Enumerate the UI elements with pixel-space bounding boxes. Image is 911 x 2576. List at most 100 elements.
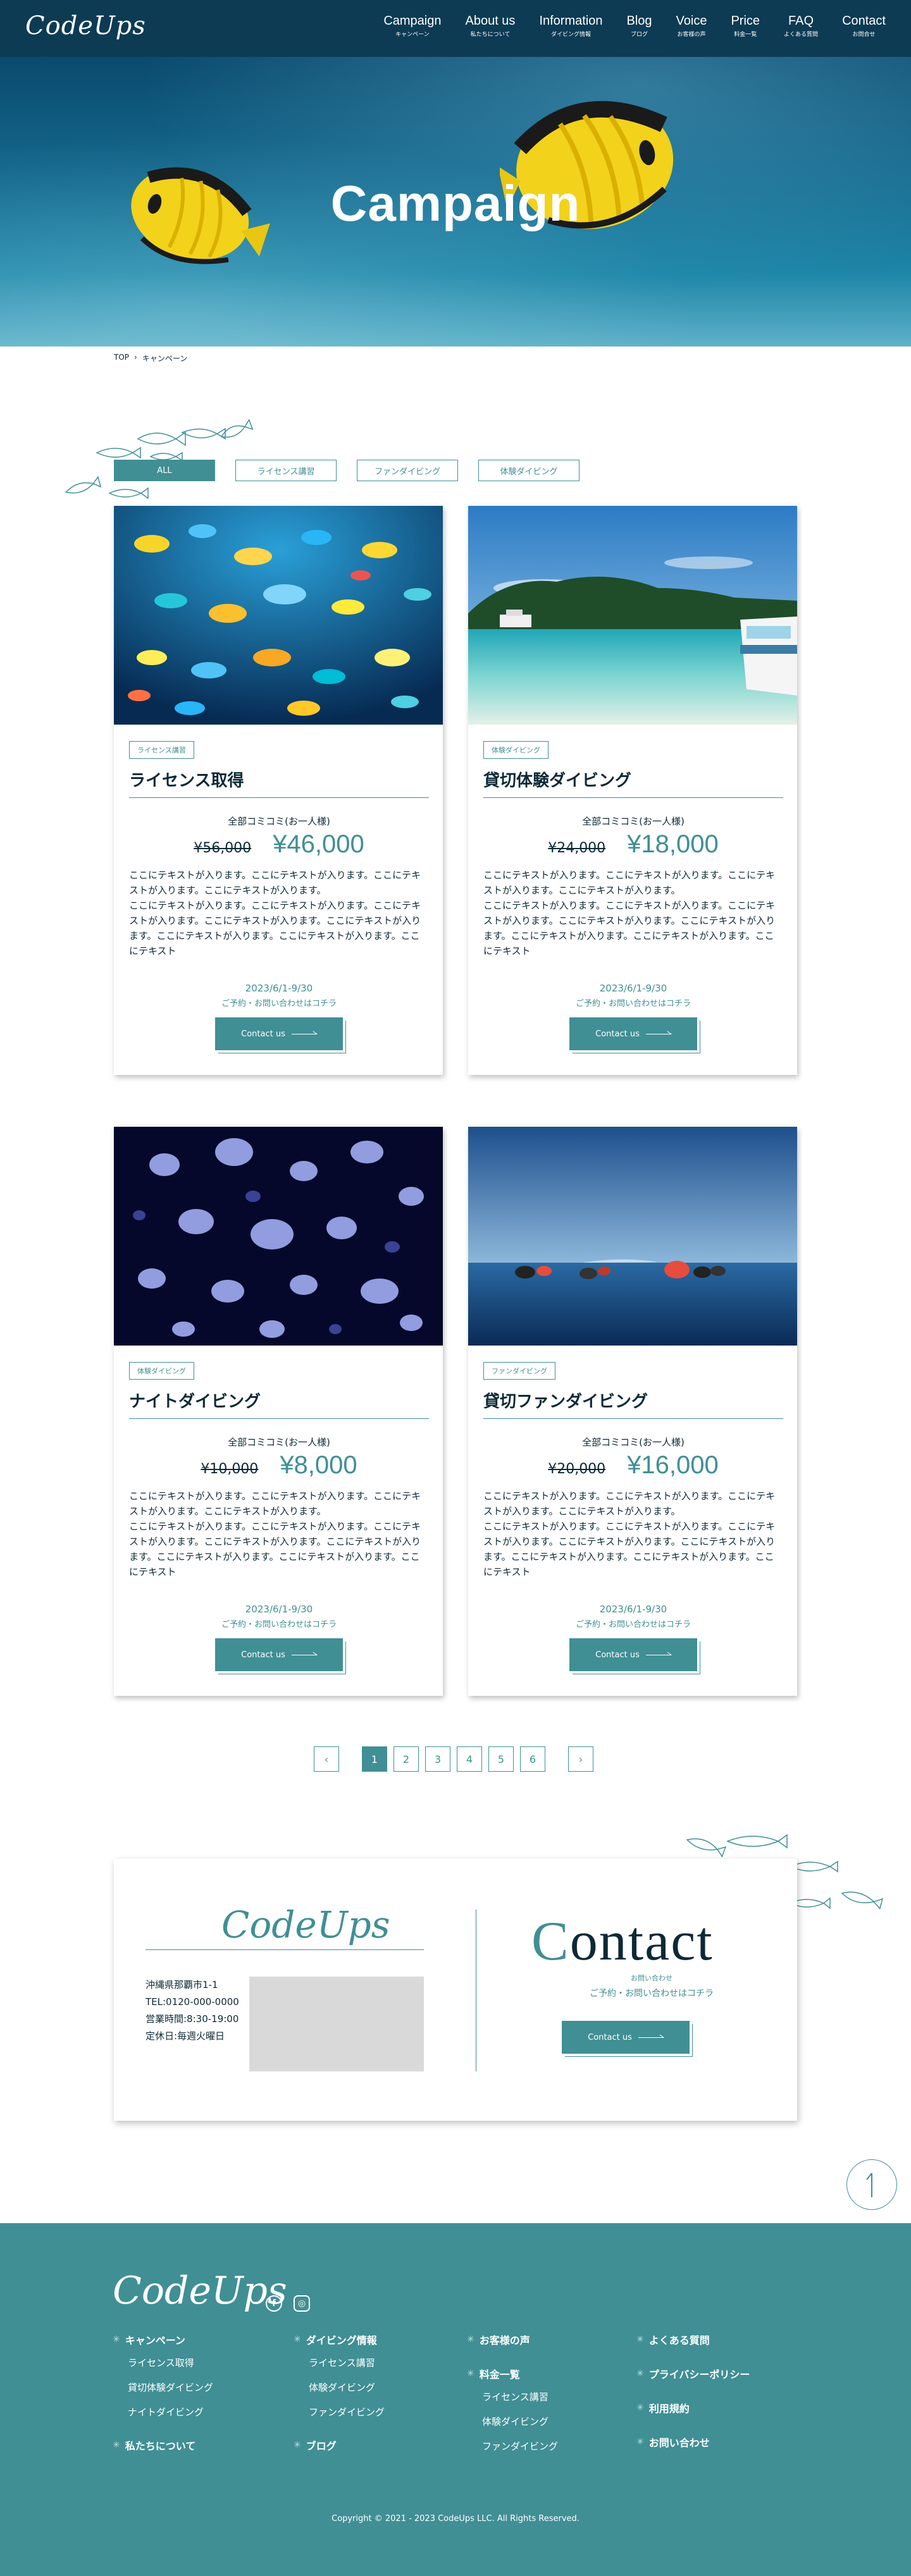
price-label: 全部コミコミ(お一人様) bbox=[582, 816, 685, 827]
pagination-page-3[interactable]: 3 bbox=[425, 1746, 450, 1772]
campaign-period: 2023/6/1-9/30 bbox=[245, 983, 313, 994]
nav-item-voice[interactable]: Voice お客様の声 bbox=[676, 13, 707, 39]
breadcrumb: TOP › キャンペーン bbox=[114, 353, 187, 364]
footer-link[interactable]: ファンダイビング bbox=[467, 2439, 558, 2453]
campaign-period: 2023/6/1-9/30 bbox=[599, 1604, 667, 1615]
nav-label-ja: ダイビング情報 bbox=[550, 32, 591, 38]
footer-link[interactable]: 体験ダイビング bbox=[467, 2415, 558, 2428]
nav-label-ja: キャンペーン bbox=[395, 32, 430, 38]
contact-us-button[interactable]: Contact us bbox=[569, 1638, 697, 1671]
business-hours: 営業時間:8:30-19:00 bbox=[146, 2013, 239, 2025]
footer-logo[interactable]: CodeUps bbox=[113, 2269, 287, 2313]
price-label: 全部コミコミ(お一人様) bbox=[228, 816, 330, 827]
footer-link-price[interactable]: ✳ 料金一覧 bbox=[467, 2366, 558, 2381]
footer-link[interactable]: ナイトダイビング bbox=[113, 2405, 213, 2419]
footer-link-blog[interactable]: ✳ ブログ bbox=[294, 2438, 385, 2453]
asterisk-icon: ✳ bbox=[636, 2403, 644, 2413]
pagination-page-1[interactable]: 1 bbox=[362, 1746, 387, 1772]
nav-label-en: About us bbox=[465, 14, 516, 28]
asterisk-icon: ✳ bbox=[113, 2334, 120, 2345]
footer-link-voice[interactable]: ✳ お客様の声 bbox=[467, 2332, 558, 2347]
contact-logo: CodeUps bbox=[221, 1903, 390, 1946]
reserve-text: ご予約・お問い合わせはコチラ bbox=[575, 999, 691, 1009]
contact-heading-rest: ontact bbox=[569, 1911, 714, 1972]
map-placeholder[interactable] bbox=[249, 1977, 424, 2071]
nav-item-faq[interactable]: FAQ よくある質問 bbox=[784, 13, 818, 39]
pagination-prev-button[interactable]: ‹ bbox=[314, 1746, 339, 1772]
price-row: ¥24,000 ¥18,000 bbox=[483, 830, 783, 859]
instagram-icon[interactable]: ◎ bbox=[294, 2295, 310, 2312]
reserve-text: ご予約・お問い合わせはコチラ bbox=[221, 999, 337, 1009]
card-image-jellyfish bbox=[114, 1127, 443, 1346]
pagination-page-4[interactable]: 4 bbox=[457, 1746, 482, 1772]
footer-link-about[interactable]: ✳ 私たちについて bbox=[113, 2438, 213, 2453]
footer-link-contact[interactable]: ✳ お問い合わせ bbox=[636, 2434, 750, 2450]
price-row: ¥20,000 ¥16,000 bbox=[483, 1451, 783, 1480]
asterisk-icon: ✳ bbox=[636, 2437, 644, 2447]
tab-trial-diving[interactable]: 体験ダイビング bbox=[478, 460, 579, 481]
nav-item-about[interactable]: About us 私たちについて bbox=[465, 13, 515, 39]
nav-item-information[interactable]: Information ダイビング情報 bbox=[539, 13, 602, 39]
nav-label-en: Blog bbox=[626, 14, 652, 28]
contact-subheading: お問い合わせ bbox=[631, 1974, 672, 1982]
social-links: f ◎ bbox=[266, 2295, 310, 2312]
footer-link-faq[interactable]: ✳ よくある質問 bbox=[636, 2332, 750, 2347]
footer-link[interactable]: 貸切体験ダイビング bbox=[113, 2381, 213, 2394]
footer-column: ✳ ダイビング情報 ライセンス講習 体験ダイビング ファンダイビング ✳ ブログ bbox=[294, 2332, 385, 2472]
page-top-button[interactable] bbox=[846, 2159, 897, 2210]
pagination-page-5[interactable]: 5 bbox=[488, 1746, 514, 1772]
reserve-text: ご予約・お問い合わせはコチラ bbox=[221, 1620, 337, 1629]
footer-head-label: お問い合わせ bbox=[648, 2437, 710, 2449]
contact-us-button[interactable]: Contact us bbox=[215, 1638, 343, 1671]
footer-link[interactable]: 体験ダイビング bbox=[294, 2381, 385, 2394]
price-label: 全部コミコミ(お一人様) bbox=[582, 1437, 685, 1448]
category-badge: ファンダイビング bbox=[483, 1362, 555, 1380]
global-nav: Campaign キャンペーン About us 私たちについて Informati… bbox=[383, 13, 886, 39]
tab-license[interactable]: ライセンス講習 bbox=[235, 460, 337, 481]
nav-label-ja: ブログ bbox=[631, 32, 648, 38]
nav-item-contact[interactable]: Contact お問合せ bbox=[842, 13, 886, 39]
card-title: ナイトダイビング bbox=[129, 1389, 429, 1419]
contact-us-button[interactable]: Contact us bbox=[569, 1017, 697, 1050]
footer-link[interactable]: ライセンス講習 bbox=[294, 2356, 385, 2369]
facebook-icon[interactable]: f bbox=[266, 2295, 282, 2312]
nav-label-ja: 料金一覧 bbox=[734, 32, 757, 38]
campaign-period: 2023/6/1-9/30 bbox=[599, 983, 667, 994]
price-row: ¥56,000 ¥46,000 bbox=[129, 830, 429, 859]
price-discount: ¥16,000 bbox=[627, 1451, 719, 1479]
asterisk-icon: ✳ bbox=[294, 2334, 301, 2345]
site-logo[interactable]: CodeUps bbox=[25, 11, 146, 40]
contact-us-button[interactable]: Contact us bbox=[215, 1017, 343, 1050]
asterisk-icon: ✳ bbox=[294, 2440, 301, 2450]
nav-item-price[interactable]: Price 料金一覧 bbox=[731, 13, 760, 39]
price-row: ¥10,000 ¥8,000 bbox=[129, 1451, 429, 1480]
nav-item-campaign[interactable]: Campaign キャンペーン bbox=[383, 13, 441, 39]
chevron-right-icon: › bbox=[134, 353, 137, 362]
arrow-right-icon bbox=[291, 1650, 317, 1655]
button-label: Contact us bbox=[595, 1029, 640, 1039]
footer-link-information[interactable]: ✳ ダイビング情報 bbox=[294, 2332, 385, 2347]
contact-us-button[interactable]: Contact us bbox=[562, 2021, 690, 2054]
footer-link-terms[interactable]: ✳ 利用規約 bbox=[636, 2400, 750, 2415]
pagination-page-6[interactable]: 6 bbox=[520, 1746, 545, 1772]
arrow-right-icon bbox=[645, 1029, 671, 1034]
asterisk-icon: ✳ bbox=[636, 2334, 644, 2345]
footer-link[interactable]: ファンダイビング bbox=[294, 2405, 385, 2419]
tab-fun-diving[interactable]: ファンダイビング bbox=[357, 460, 458, 481]
price-label: 全部コミコミ(お一人様) bbox=[228, 1437, 330, 1448]
nav-item-blog[interactable]: Blog ブログ bbox=[627, 13, 652, 39]
nav-label-en: FAQ bbox=[788, 14, 814, 28]
footer-link-privacy[interactable]: ✳ プライバシーポリシー bbox=[636, 2366, 750, 2381]
pagination-page-2[interactable]: 2 bbox=[394, 1746, 419, 1772]
button-label: Contact us bbox=[241, 1650, 285, 1660]
tab-all[interactable]: ALL bbox=[114, 460, 215, 481]
pagination-next-button[interactable]: › bbox=[568, 1746, 593, 1772]
footer-link[interactable]: ライセンス取得 bbox=[113, 2356, 213, 2369]
breadcrumb-home[interactable]: TOP bbox=[114, 353, 129, 364]
footer-head-label: ブログ bbox=[306, 2440, 337, 2452]
breadcrumb-current: キャンペーン bbox=[142, 354, 188, 363]
footer-link[interactable]: ライセンス講習 bbox=[467, 2390, 558, 2403]
campaign-card: 体験ダイビング ナイトダイビング 全部コミコミ(お一人様) ¥10,000 ¥8… bbox=[114, 1127, 443, 1696]
footer-link-campaign[interactable]: ✳ キャンペーン bbox=[113, 2332, 213, 2347]
asterisk-icon: ✳ bbox=[113, 2440, 120, 2450]
